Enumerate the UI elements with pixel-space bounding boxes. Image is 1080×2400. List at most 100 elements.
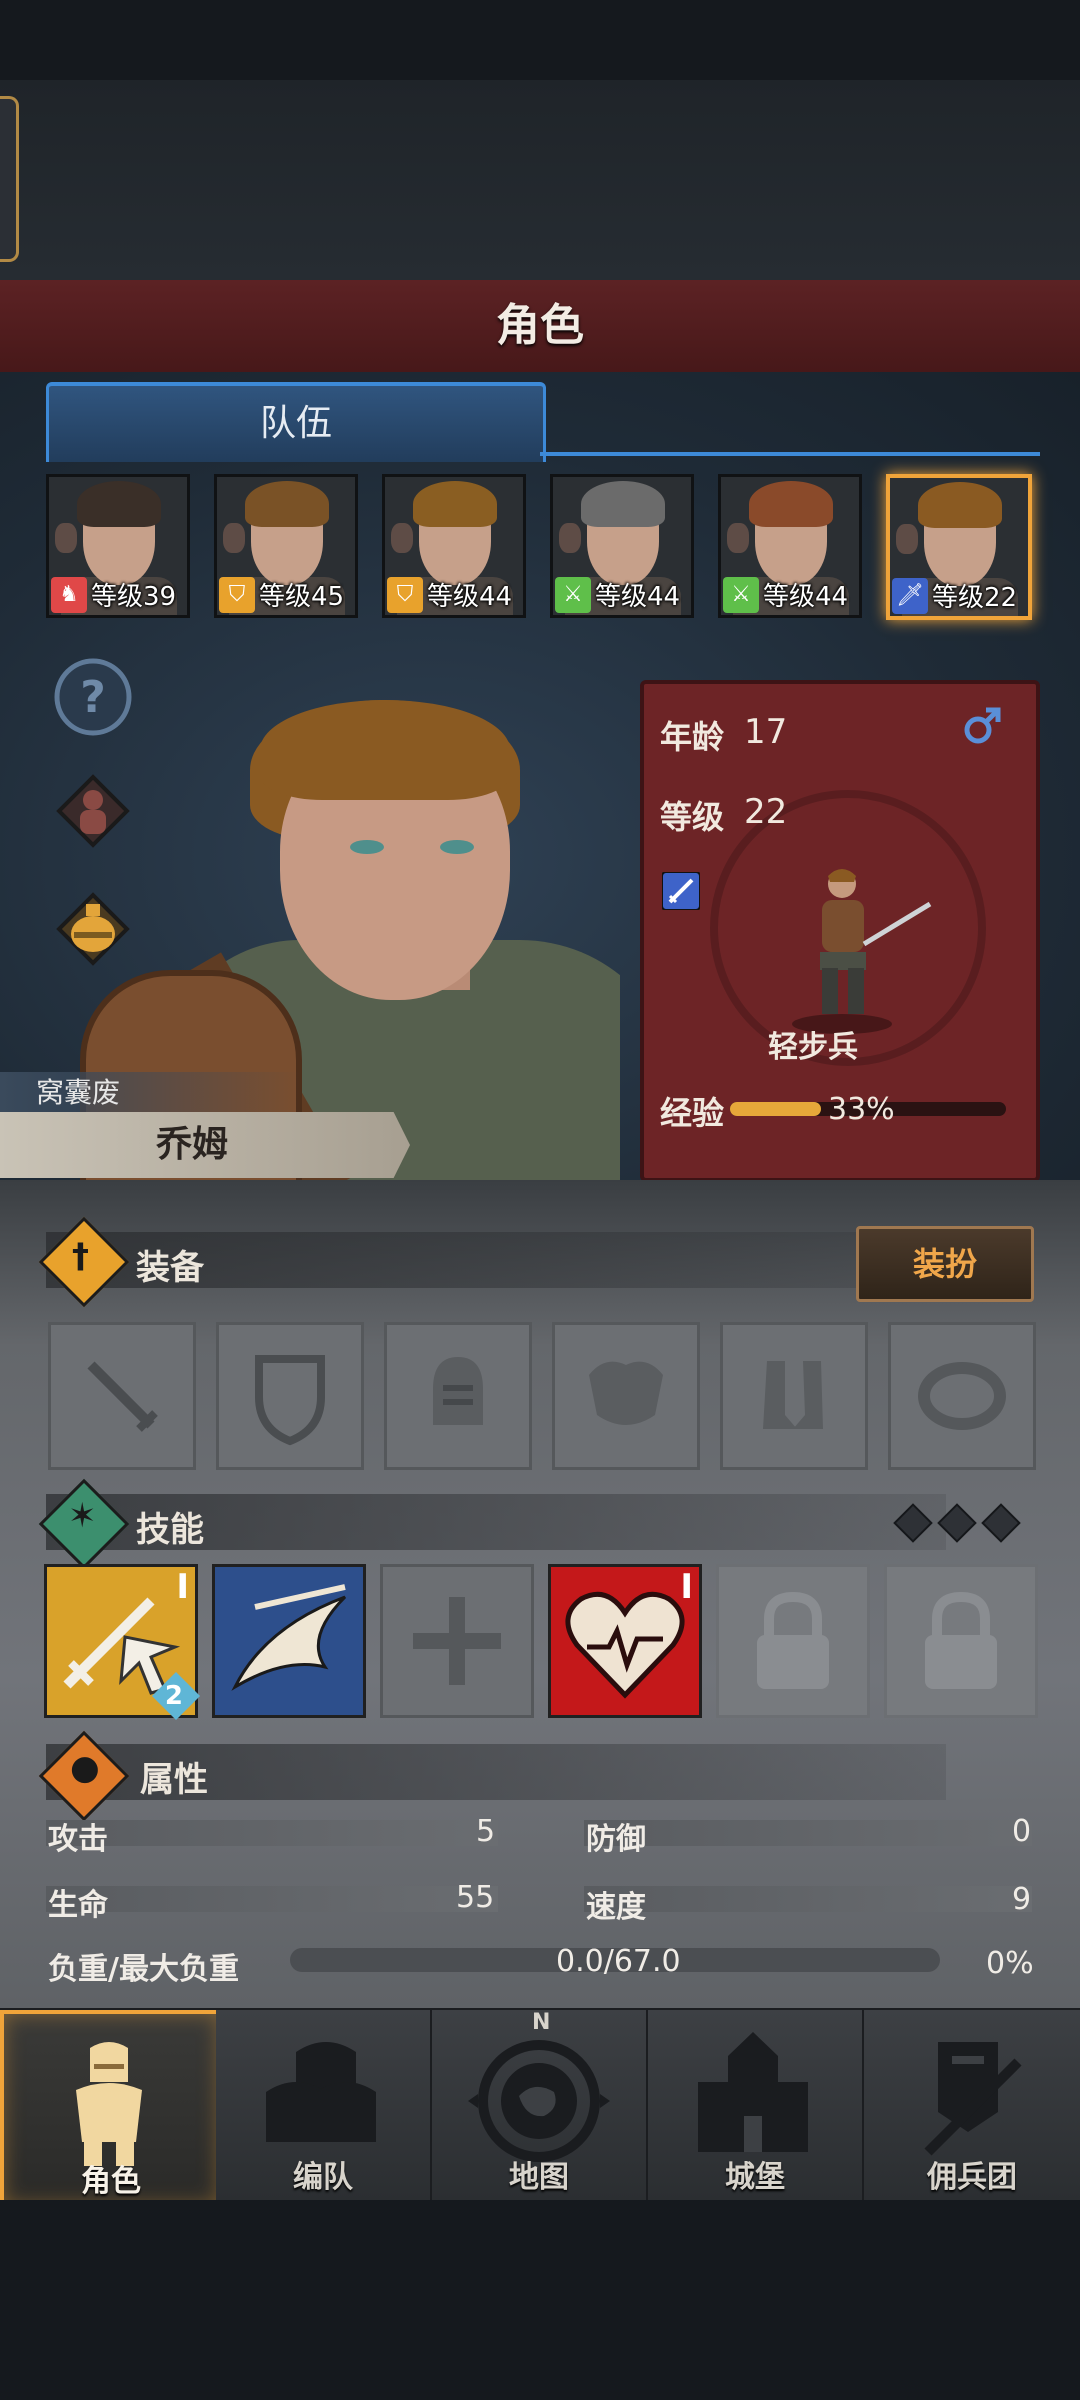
member-hair xyxy=(245,481,329,527)
knight-icon xyxy=(76,2042,142,2166)
cross-empty-slot-icon xyxy=(413,1597,501,1685)
exp-label: 经验 xyxy=(660,1094,725,1132)
speed-bar xyxy=(584,1886,1032,1912)
ring-slot[interactable] xyxy=(888,1322,1036,1470)
skill-slot-4[interactable]: I xyxy=(548,1564,702,1718)
star-glyph: ✶ xyxy=(68,1496,97,1536)
boots-slot-icon xyxy=(763,1361,823,1429)
top-band xyxy=(0,80,1080,280)
team-member-card[interactable]: ⛉ 等级44 xyxy=(382,474,526,618)
skill-points-indicator xyxy=(893,1503,1021,1543)
castle-icon xyxy=(698,2032,808,2152)
compass-north: N xyxy=(532,2010,551,2035)
squad-icon xyxy=(266,2042,376,2142)
member-level: 等级39 xyxy=(91,582,177,612)
member-hair xyxy=(581,481,665,527)
corner-badge[interactable] xyxy=(0,96,19,262)
skill-rank: I xyxy=(176,1567,189,1607)
skill-slot-6-locked[interactable] xyxy=(884,1564,1038,1718)
shield-slot-icon xyxy=(255,1355,325,1446)
boots-slot[interactable] xyxy=(720,1322,868,1470)
defense-value: 0 xyxy=(1012,1814,1032,1849)
skills-title: 技能 xyxy=(136,1510,204,1550)
mini-figure-icon xyxy=(223,523,245,553)
team-member-card[interactable]: ⛉ 等级45 xyxy=(214,474,358,618)
person-glyph: ● xyxy=(70,1748,100,1788)
trait-tag[interactable]: 窝囊废 xyxy=(0,1072,300,1114)
member-level: 等级22 xyxy=(932,583,1018,613)
skill-slot-2[interactable] xyxy=(212,1564,366,1718)
name-plate: 乔姆 xyxy=(0,1112,410,1178)
helmet-slot-icon xyxy=(433,1357,483,1425)
member-level: 等级44 xyxy=(427,582,513,612)
dagger-glyph: † xyxy=(72,1236,89,1276)
tab-team[interactable]: 队伍 xyxy=(46,382,546,462)
mini-figure-icon xyxy=(896,524,918,554)
tab-team-label: 队伍 xyxy=(259,403,332,444)
level-label: 等级 xyxy=(660,798,725,836)
nav-label: 角色 xyxy=(81,2164,141,2199)
light-infantry-figure xyxy=(792,869,932,1034)
compass-map-icon xyxy=(468,2040,610,2162)
page-title: 角色 xyxy=(496,300,584,351)
weight-value: 0.0/67.0 xyxy=(556,1944,681,1979)
skill-badge: 2 xyxy=(164,1681,183,1711)
crossed-swords-icon: ⚔ xyxy=(723,577,759,613)
nav-mercenaries[interactable]: 佣兵团 xyxy=(864,2010,1080,2200)
attack-label: 攻击 xyxy=(48,1822,108,1857)
helmet-slot[interactable] xyxy=(384,1322,532,1470)
defense-bar xyxy=(584,1820,1032,1846)
member-hair xyxy=(413,481,497,527)
shield-icon: ⛉ xyxy=(219,577,255,613)
team-member-card[interactable]: ♞ 等级39 xyxy=(46,474,190,618)
team-member-card[interactable]: ⚔ 等级44 xyxy=(550,474,694,618)
member-hair xyxy=(918,482,1002,528)
speed-value: 9 xyxy=(1012,1882,1032,1917)
trait-label: 窝囊废 xyxy=(36,1076,121,1109)
mini-figure-icon xyxy=(559,523,581,553)
nav-formation[interactable]: 编队 xyxy=(216,2010,432,2200)
attack-bar xyxy=(46,1820,498,1846)
nav-map[interactable]: N 地图 xyxy=(432,2010,648,2200)
armor-slot-icon xyxy=(589,1361,663,1425)
team-member-card[interactable]: 🗡 等级22 xyxy=(886,474,1032,620)
armor-slot[interactable] xyxy=(552,1322,700,1470)
speed-label: 速度 xyxy=(586,1890,646,1925)
skill-rank: I xyxy=(680,1567,693,1607)
mini-figure-icon xyxy=(55,523,77,553)
hp-value: 55 xyxy=(456,1880,495,1915)
class-name: 轻步兵 xyxy=(768,1030,858,1065)
team-member-card[interactable]: ⚔ 等级44 xyxy=(718,474,862,618)
mini-figure-icon xyxy=(391,523,413,553)
dress-up-button[interactable]: 装扮 xyxy=(856,1226,1034,1302)
lock-icon xyxy=(757,1591,829,1689)
skill-slot-3[interactable] xyxy=(380,1564,534,1718)
sword-icon: 🗡 xyxy=(892,578,928,614)
nav-label: 城堡 xyxy=(725,2160,785,2195)
skill-slot-1[interactable]: I 2 xyxy=(44,1564,201,1721)
hp-bar xyxy=(46,1886,498,1912)
mini-figure-icon xyxy=(727,523,749,553)
shield-icon: ⛉ xyxy=(387,577,423,613)
weight-percent: 0% xyxy=(986,1946,1034,1981)
equipment-title: 装备 xyxy=(136,1248,204,1288)
lock-icon xyxy=(925,1591,997,1689)
hp-label: 生命 xyxy=(48,1888,108,1923)
tab-underline xyxy=(540,452,1040,456)
ring-slot-icon xyxy=(918,1362,1006,1430)
sword-class-icon[interactable] xyxy=(662,872,700,910)
nav-castle[interactable]: 城堡 xyxy=(648,2010,864,2200)
weapon-slot[interactable] xyxy=(48,1322,196,1470)
member-level: 等级44 xyxy=(763,582,849,612)
male-icon xyxy=(964,707,1001,744)
nav-label: 地图 xyxy=(509,2160,569,2195)
nav-character[interactable]: 角色 xyxy=(0,2010,222,2208)
member-level: 等级45 xyxy=(259,582,345,612)
sword-slot-icon xyxy=(87,1361,158,1432)
skill-slot-5-locked[interactable] xyxy=(716,1564,870,1718)
nav-label: 编队 xyxy=(293,2160,353,2195)
attack-value: 5 xyxy=(476,1814,496,1849)
nav-label: 佣兵团 xyxy=(927,2160,1017,2195)
charge-skill-icon xyxy=(231,1584,347,1691)
shield-slot[interactable] xyxy=(216,1322,364,1470)
